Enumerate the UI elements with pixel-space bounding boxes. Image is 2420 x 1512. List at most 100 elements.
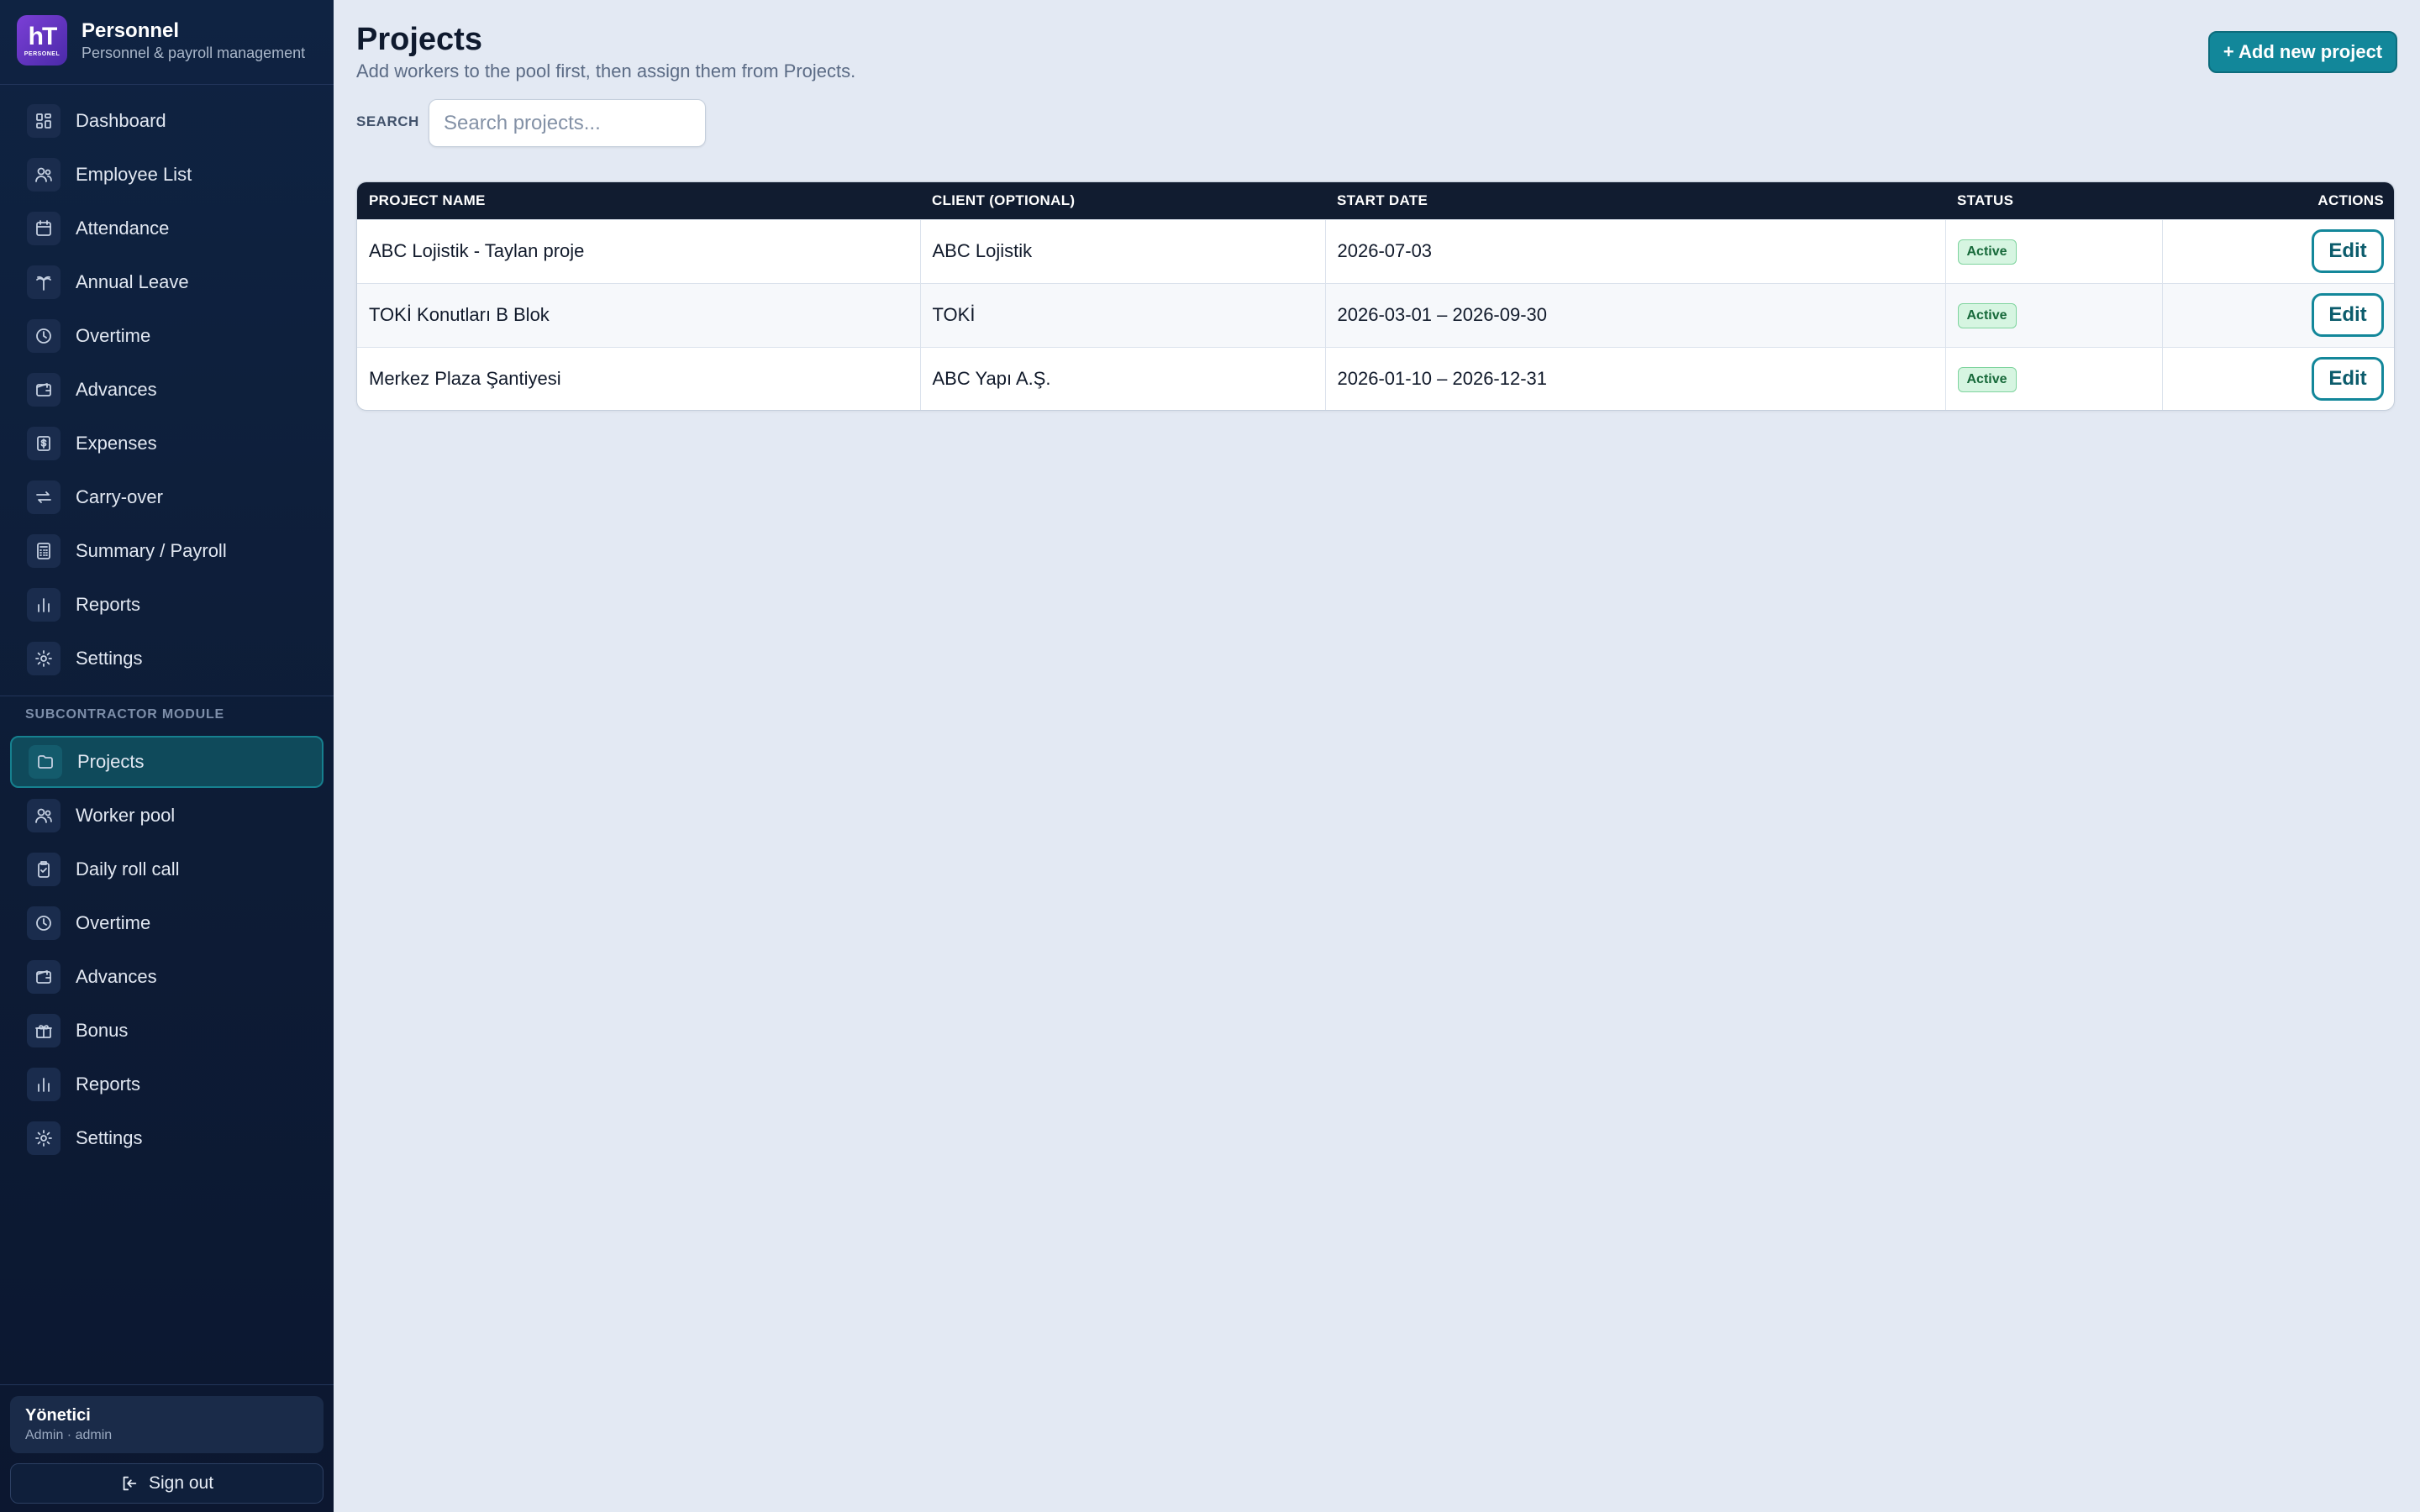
- sidebar-item-advances[interactable]: Advances: [10, 364, 324, 416]
- sign-out-button[interactable]: Sign out: [10, 1463, 324, 1504]
- sidebar-item-daily-roll-call[interactable]: Daily roll call: [10, 843, 324, 895]
- users-icon: [27, 799, 60, 832]
- sidebar-item-summary-payroll[interactable]: Summary / Payroll: [10, 525, 324, 577]
- sidebar-item-employee-list[interactable]: Employee List: [10, 149, 324, 201]
- subcontractor-nav: Projects Worker pool Daily roll call Ove…: [10, 736, 324, 1166]
- sidebar-item-label: Settings: [76, 1127, 143, 1148]
- sidebar-item-label: Advances: [76, 379, 157, 400]
- sidebar-item-label: Overtime: [76, 912, 151, 933]
- sidebar-item-bonus[interactable]: Bonus: [10, 1005, 324, 1057]
- add-new-project-button[interactable]: + Add new project: [2208, 31, 2397, 73]
- cell-status: Active: [1945, 283, 2163, 347]
- cell-actions: Edit: [2162, 219, 2394, 283]
- sidebar-item-label: Expenses: [76, 433, 157, 454]
- sidebar-item-sub-settings[interactable]: Settings: [10, 1112, 324, 1164]
- sidebar-item-label: Advances: [76, 966, 157, 987]
- edit-button[interactable]: Edit: [2312, 357, 2384, 402]
- cell-date: 2026-01-10 – 2026-12-31: [1325, 347, 1946, 410]
- logo-mark: hT: [28, 22, 58, 50]
- page-title: Projects: [356, 22, 482, 57]
- table-row[interactable]: TOKİ Konutları B Blok TOKİ 2026-03-01 – …: [357, 283, 2394, 347]
- cell-project-name: TOKİ Konutları B Blok: [357, 283, 921, 347]
- sidebar-item-label: Carry-over: [76, 486, 163, 507]
- app-logo: hT PERSONEL: [17, 15, 67, 66]
- status-badge: Active: [1957, 366, 2017, 392]
- sidebar-item-label: Daily roll call: [76, 858, 180, 879]
- table-row[interactable]: ABC Lojistik - Taylan proje ABC Lojistik…: [357, 219, 2394, 283]
- main-nav: Dashboard Employee List Attendance Annua…: [10, 95, 324, 686]
- sidebar-item-dashboard[interactable]: Dashboard: [10, 95, 324, 147]
- clock-icon: [27, 906, 60, 940]
- bar-chart-icon: [27, 588, 60, 622]
- app-subtitle: Personnel & payroll management: [82, 45, 306, 61]
- sidebar-item-sub-reports[interactable]: Reports: [10, 1058, 324, 1110]
- sidebar-item-expenses[interactable]: Expenses: [10, 417, 324, 470]
- sidebar-item-label: Worker pool: [76, 805, 176, 826]
- user-role: Admin · admin: [25, 1428, 113, 1442]
- sidebar-item-label: Attendance: [76, 218, 170, 239]
- sidebar-item-label: Employee List: [76, 164, 192, 185]
- sidebar-item-annual-leave[interactable]: Annual Leave: [10, 256, 324, 308]
- sidebar-item-projects[interactable]: Projects: [10, 736, 324, 788]
- cell-client: ABC Yapı A.Ş.: [920, 347, 1326, 410]
- search-input[interactable]: [429, 99, 706, 147]
- sidebar-divider: [0, 84, 334, 85]
- column-header-client[interactable]: CLIENT (OPTIONAL): [920, 182, 1325, 219]
- gift-icon: [27, 1014, 60, 1047]
- clipboard-check-icon: [27, 853, 60, 886]
- table-row[interactable]: Merkez Plaza Şantiyesi ABC Yapı A.Ş. 202…: [357, 347, 2394, 410]
- folder-icon: [29, 745, 62, 779]
- sidebar-item-label: Reports: [76, 1074, 141, 1095]
- sidebar-item-attendance[interactable]: Attendance: [10, 202, 324, 255]
- calendar-icon: [27, 212, 60, 245]
- table-header-row: PROJECT NAME CLIENT (OPTIONAL) START DAT…: [357, 182, 2394, 219]
- sidebar: hT PERSONEL Personnel Personnel & payrol…: [0, 0, 334, 1512]
- logo-caption: PERSONEL: [24, 50, 60, 57]
- cell-actions: Edit: [2162, 347, 2394, 410]
- gear-icon: [27, 642, 60, 675]
- wallet-icon: [27, 373, 60, 407]
- column-header-start-date[interactable]: START DATE: [1325, 182, 1945, 219]
- receipt-icon: [27, 427, 60, 460]
- brand: hT PERSONEL Personnel Personnel & payrol…: [17, 15, 328, 66]
- sidebar-item-worker-pool[interactable]: Worker pool: [10, 790, 324, 842]
- edit-button[interactable]: Edit: [2312, 293, 2384, 337]
- calculator-icon: [27, 534, 60, 568]
- users-icon: [27, 158, 60, 192]
- cell-status: Active: [1945, 219, 2163, 283]
- sidebar-item-sub-overtime[interactable]: Overtime: [10, 897, 324, 949]
- dashboard-icon: [27, 104, 60, 138]
- edit-button[interactable]: Edit: [2312, 229, 2384, 273]
- sidebar-item-overtime[interactable]: Overtime: [10, 310, 324, 362]
- projects-table: PROJECT NAME CLIENT (OPTIONAL) START DAT…: [356, 181, 2395, 411]
- status-badge: Active: [1957, 239, 2017, 265]
- sidebar-item-label: Overtime: [76, 325, 151, 346]
- sidebar-item-label: Bonus: [76, 1020, 129, 1041]
- column-header-actions: ACTIONS: [2317, 192, 2384, 208]
- column-header-status[interactable]: STATUS: [1945, 182, 2162, 219]
- sidebar-item-reports[interactable]: Reports: [10, 579, 324, 631]
- user-name: Yönetici: [25, 1406, 91, 1425]
- wallet-icon: [27, 960, 60, 994]
- arrows-icon: [27, 480, 60, 514]
- clock-icon: [27, 319, 60, 353]
- cell-client: ABC Lojistik: [920, 219, 1326, 283]
- sidebar-item-label: Annual Leave: [76, 271, 189, 292]
- gear-icon: [27, 1121, 60, 1155]
- cell-date: 2026-07-03: [1325, 219, 1946, 283]
- sidebar-item-label: Dashboard: [76, 110, 166, 131]
- main-content: Projects Add workers to the pool first, …: [334, 0, 2420, 1512]
- column-header-project-name[interactable]: PROJECT NAME: [357, 182, 920, 219]
- cell-project-name: Merkez Plaza Şantiyesi: [357, 347, 921, 410]
- cell-actions: Edit: [2162, 283, 2394, 347]
- bar-chart-icon: [27, 1068, 60, 1101]
- cell-status: Active: [1945, 347, 2163, 410]
- sidebar-item-label: Projects: [77, 751, 145, 772]
- sidebar-item-sub-advances[interactable]: Advances: [10, 951, 324, 1003]
- sidebar-item-settings[interactable]: Settings: [10, 633, 324, 685]
- sidebar-item-carry-over[interactable]: Carry-over: [10, 471, 324, 523]
- cell-project-name: ABC Lojistik - Taylan proje: [357, 219, 921, 283]
- user-card: Yönetici Admin · admin: [10, 1396, 324, 1453]
- sidebar-item-label: Summary / Payroll: [76, 540, 227, 561]
- section-label: SUBCONTRACTOR MODULE: [25, 707, 225, 722]
